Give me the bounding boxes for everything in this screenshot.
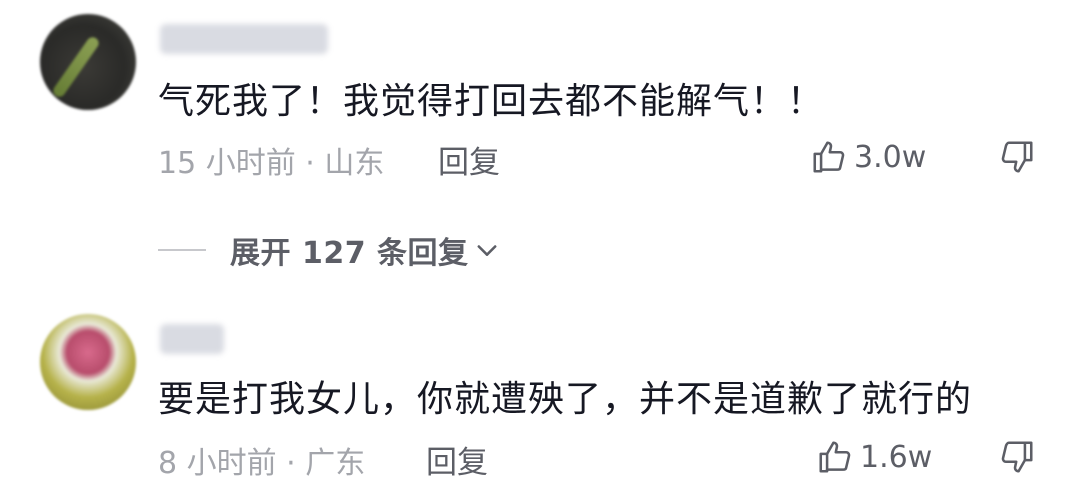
comment-meta: 8 小时前 · 广东 (158, 446, 366, 481)
dislike-button[interactable] (998, 138, 1036, 180)
comment-text: 要是打我女儿，你就遭殃了，并不是道歉了就行的 (158, 379, 973, 420)
thumbs-down-icon (1001, 441, 1033, 473)
username-blurred[interactable] (160, 324, 224, 354)
like-button[interactable]: 3.0w (810, 138, 926, 176)
expand-replies-label: 展开 127 条回复 (230, 236, 469, 271)
thumbs-up-icon (813, 141, 845, 173)
reply-button[interactable]: 回复 (438, 137, 500, 182)
expand-replies-button[interactable]: 展开 127 条回复 (158, 228, 501, 272)
avatar[interactable] (40, 314, 136, 410)
username-blurred[interactable] (160, 24, 328, 54)
chevron-down-icon (477, 245, 496, 256)
like-count: 1.6w (860, 439, 933, 475)
thumbs-up-icon (819, 441, 851, 473)
divider (158, 249, 206, 251)
thumbs-down-icon (1001, 141, 1033, 173)
avatar[interactable] (40, 14, 136, 110)
comment-meta: 15 小时前 · 山东 (158, 146, 385, 181)
like-button[interactable]: 1.6w (816, 438, 932, 476)
reply-button[interactable]: 回复 (426, 437, 488, 482)
dislike-button[interactable] (998, 438, 1036, 480)
comment-text: 气死我了！我觉得打回去都不能解气！！ (158, 81, 825, 122)
like-count: 3.0w (854, 139, 927, 175)
